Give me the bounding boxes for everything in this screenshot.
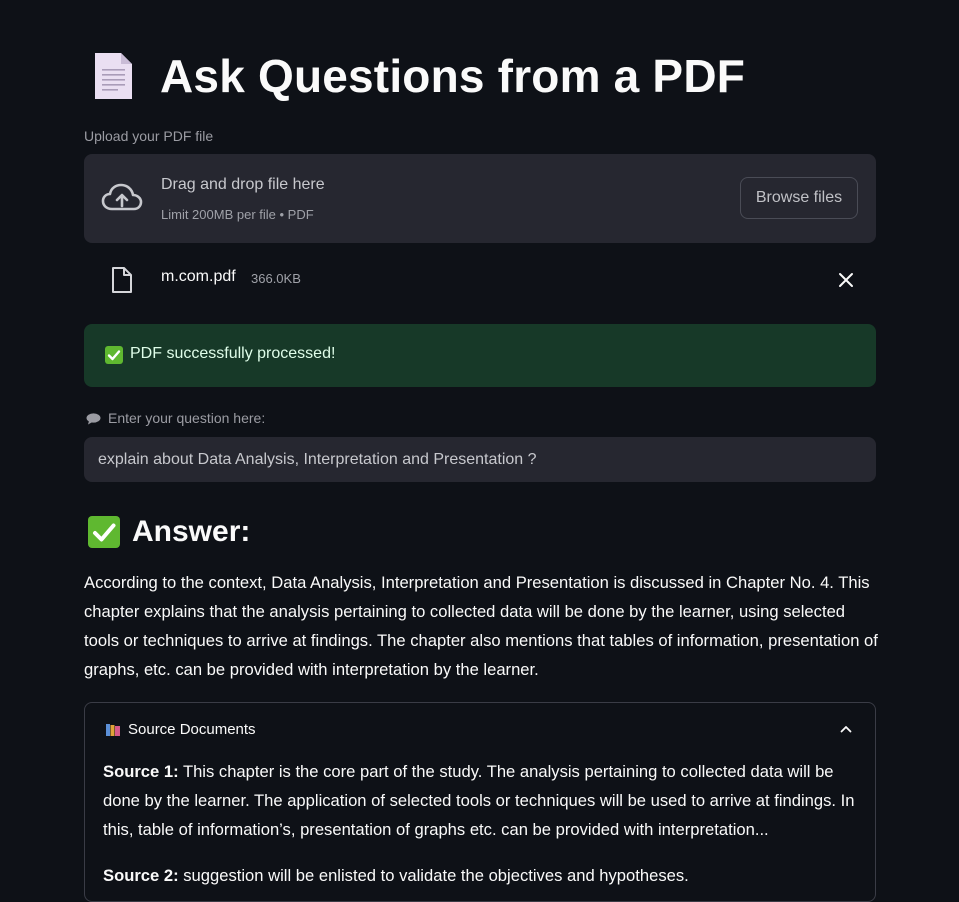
browse-files-button[interactable]: Browse files bbox=[740, 177, 858, 219]
source-documents-title: Source Documents bbox=[128, 721, 256, 738]
question-input[interactable] bbox=[84, 437, 876, 482]
speech-balloon-icon bbox=[86, 412, 101, 425]
file-name: m.com.pdf bbox=[161, 268, 236, 285]
page-title: Ask Questions from a PDF bbox=[160, 50, 746, 102]
books-icon bbox=[105, 723, 121, 737]
source-item: Source 2: suggestion will be enlisted to… bbox=[103, 861, 863, 890]
cloud-upload-icon bbox=[101, 182, 143, 214]
file-size: 366.0KB bbox=[251, 271, 301, 286]
file-limit-text: Limit 200MB per file • PDF bbox=[161, 207, 314, 222]
check-mark-icon bbox=[105, 346, 123, 364]
source-documents-toggle[interactable]: Source Documents bbox=[85, 703, 875, 757]
question-label: Enter your question here: bbox=[86, 410, 265, 426]
success-alert: PDF successfully processed! bbox=[84, 324, 876, 387]
page-header: Ask Questions from a PDF bbox=[92, 44, 745, 108]
source-label: Source 2: bbox=[103, 866, 179, 885]
chevron-up-icon[interactable] bbox=[839, 722, 853, 736]
source-label: Source 1: bbox=[103, 762, 179, 781]
uploaded-file-row: m.com.pdf 366.0KB bbox=[84, 262, 876, 298]
drop-instructions: Drag and drop file here bbox=[161, 176, 325, 193]
source-text: suggestion will be enlisted to validate … bbox=[183, 866, 689, 885]
file-icon bbox=[110, 266, 134, 294]
file-dropzone[interactable]: Drag and drop file here Limit 200MB per … bbox=[84, 154, 876, 243]
upload-label: Upload your PDF file bbox=[84, 128, 214, 144]
close-icon[interactable] bbox=[836, 270, 856, 290]
check-mark-icon bbox=[88, 516, 120, 548]
page-facing-up-icon bbox=[92, 51, 134, 101]
answer-title: Answer: bbox=[132, 515, 251, 548]
question-label-text: Enter your question here: bbox=[108, 410, 266, 426]
source-item: Source 1: This chapter is the core part … bbox=[103, 757, 863, 844]
success-message: PDF successfully processed! bbox=[130, 345, 336, 362]
source-documents-expander: Source Documents Source 1: This chapter … bbox=[84, 702, 876, 902]
answer-text: According to the context, Data Analysis,… bbox=[84, 573, 878, 679]
answer-heading: Answer: bbox=[88, 512, 250, 552]
source-text: This chapter is the core part of the stu… bbox=[103, 762, 855, 839]
